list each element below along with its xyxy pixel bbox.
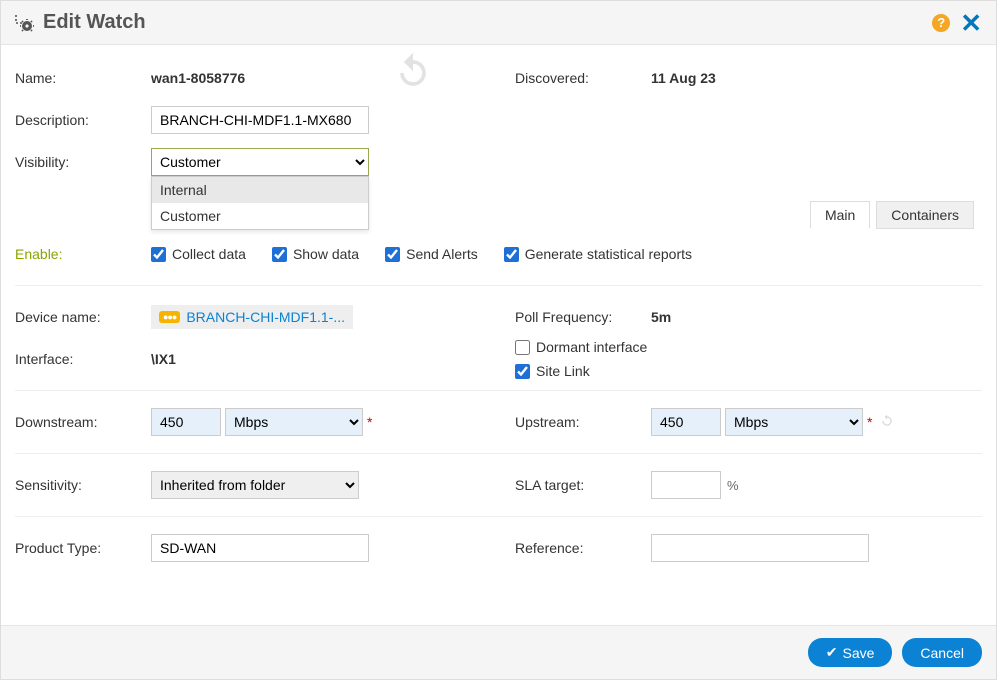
visibility-label: Visibility: (15, 154, 151, 170)
sensitivity-label: Sensitivity: (15, 477, 151, 493)
reset-icon[interactable] (391, 51, 435, 98)
check-icon: ✔ (826, 644, 838, 661)
reference-label: Reference: (515, 540, 651, 556)
tab-main[interactable]: Main (810, 201, 870, 229)
description-input[interactable] (151, 106, 369, 134)
chk-dormant-box[interactable] (515, 340, 530, 355)
chk-collect-data-box[interactable] (151, 247, 166, 262)
poll-freq-label: Poll Frequency: (515, 309, 651, 325)
product-type-input[interactable] (151, 534, 369, 562)
device-badge[interactable]: ●●● BRANCH-CHI-MDF1.1-... (151, 305, 353, 329)
downstream-label: Downstream: (15, 414, 151, 430)
visibility-dropdown: Internal Customer (151, 176, 369, 230)
interface-value: \IX1 (151, 351, 176, 367)
upstream-unit-select[interactable]: Mbps (725, 408, 863, 436)
refresh-icon[interactable] (880, 414, 894, 431)
sla-target-label: SLA target: (515, 477, 651, 493)
tab-containers[interactable]: Containers (876, 201, 974, 229)
downstream-required-icon: * (367, 414, 372, 430)
discovered-label: Discovered: (515, 70, 651, 86)
upstream-required-icon: * (867, 414, 872, 430)
device-name-label: Device name: (15, 309, 151, 325)
dialog-header: Edit Watch ? ✕ (1, 1, 996, 45)
close-icon[interactable]: ✕ (960, 14, 982, 32)
reference-input[interactable] (651, 534, 869, 562)
chk-site-link-box[interactable] (515, 364, 530, 379)
discovered-value: 11 Aug 23 (651, 70, 716, 86)
product-type-label: Product Type: (15, 540, 151, 556)
name-label: Name: (15, 70, 151, 86)
chk-show-data-box[interactable] (272, 247, 287, 262)
chk-reports[interactable]: Generate statistical reports (504, 246, 692, 262)
visibility-select[interactable]: Customer (151, 148, 369, 176)
upstream-input[interactable] (651, 408, 721, 436)
chk-send-alerts[interactable]: Send Alerts (385, 246, 478, 262)
save-button[interactable]: ✔ Save (808, 638, 893, 667)
downstream-input[interactable] (151, 408, 221, 436)
device-icon: ●●● (159, 311, 180, 323)
visibility-option-customer[interactable]: Customer (152, 203, 368, 229)
description-label: Description: (15, 112, 151, 128)
chk-site-link[interactable]: Site Link (515, 363, 647, 379)
help-icon[interactable]: ? (932, 14, 950, 32)
poll-freq-value: 5m (651, 309, 671, 325)
name-value: wan1-8058776 (151, 70, 245, 86)
upstream-label: Upstream: (515, 414, 651, 430)
cancel-button[interactable]: Cancel (902, 638, 982, 667)
dialog-title: Edit Watch (43, 11, 932, 34)
chk-show-data[interactable]: Show data (272, 246, 359, 262)
sla-percent-label: % (727, 478, 739, 493)
chk-collect-data[interactable]: Collect data (151, 246, 246, 262)
dialog-footer: ✔ Save Cancel (1, 625, 996, 679)
enable-label: Enable: (15, 246, 151, 262)
device-link: BRANCH-CHI-MDF1.1-... (186, 309, 345, 325)
chk-dormant[interactable]: Dormant interface (515, 339, 647, 355)
visibility-option-internal[interactable]: Internal (152, 177, 368, 203)
chk-send-alerts-box[interactable] (385, 247, 400, 262)
watch-gear-icon (15, 13, 37, 31)
interface-label: Interface: (15, 351, 151, 367)
downstream-unit-select[interactable]: Mbps (225, 408, 363, 436)
sla-target-input[interactable] (651, 471, 721, 499)
chk-reports-box[interactable] (504, 247, 519, 262)
sensitivity-select[interactable]: Inherited from folder (151, 471, 359, 499)
